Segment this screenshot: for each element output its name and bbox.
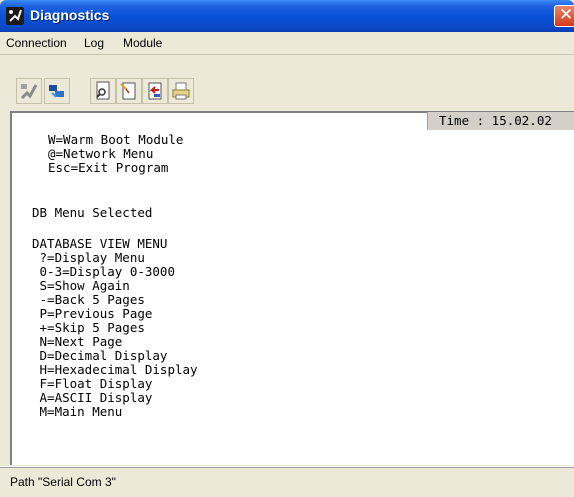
terminal-line: DATABASE VIEW MENU — [32, 236, 168, 251]
terminal-output[interactable]: Time : 15.02.02 W=Warm Boot Module @=Net… — [10, 111, 574, 465]
import-button[interactable] — [142, 78, 168, 104]
connect-icon — [49, 85, 64, 98]
terminal-line: S=Show Again — [32, 278, 130, 293]
print-icon — [172, 82, 190, 100]
terminal-line: N=Next Page — [32, 334, 123, 349]
status-bar: Path "Serial Com 3" — [0, 466, 574, 497]
terminal-line: P=Previous Page — [32, 306, 153, 321]
title-bar[interactable]: Diagnostics ✕ — [0, 0, 574, 32]
menu-log[interactable]: Log — [84, 36, 104, 50]
terminal-line: F=Float Display — [32, 376, 153, 391]
terminal-line: Esc=Exit Program — [48, 160, 169, 175]
toolbar — [0, 55, 574, 111]
terminal-line: W=Warm Boot Module — [48, 132, 184, 147]
terminal-line: D=Decimal Display — [32, 348, 168, 363]
close-button[interactable]: ✕ — [554, 5, 574, 27]
close-icon: ✕ — [559, 5, 574, 25]
terminal-line: ?=Display Menu — [32, 250, 145, 265]
terminal-line: -=Back 5 Pages — [32, 292, 145, 307]
terminal-line: 0-3=Display 0-3000 — [32, 264, 175, 279]
window-title: Diagnostics — [30, 7, 110, 23]
connect-button[interactable] — [44, 78, 70, 104]
find-button[interactable] — [90, 78, 116, 104]
import-icon — [148, 82, 162, 100]
time-display: Time : 15.02.02 — [427, 112, 574, 130]
diagnostics-window: Diagnostics ✕ Connection Log Module Time… — [0, 0, 574, 497]
new-log-icon — [120, 82, 136, 100]
new-log-button[interactable] — [116, 78, 142, 104]
find-icon — [96, 81, 110, 100]
terminal-line: @=Network Menu — [48, 146, 154, 161]
terminal-line: A=ASCII Display — [32, 390, 153, 405]
print-button[interactable] — [168, 78, 194, 104]
terminal-line: M=Main Menu — [32, 404, 123, 419]
menu-bar: Connection Log Module — [0, 32, 574, 55]
status-divider — [0, 467, 574, 468]
app-icon — [6, 7, 24, 25]
terminal-line: H=Hexadecimal Display — [32, 362, 198, 377]
terminal-line: +=Skip 5 Pages — [32, 320, 145, 335]
disconnect-icon — [20, 84, 38, 100]
status-path: Path "Serial Com 3" — [10, 475, 116, 489]
menu-connection[interactable]: Connection — [6, 36, 67, 50]
terminal-line: DB Menu Selected — [32, 205, 153, 220]
menu-module[interactable]: Module — [123, 36, 162, 50]
disconnect-button[interactable] — [16, 78, 42, 104]
